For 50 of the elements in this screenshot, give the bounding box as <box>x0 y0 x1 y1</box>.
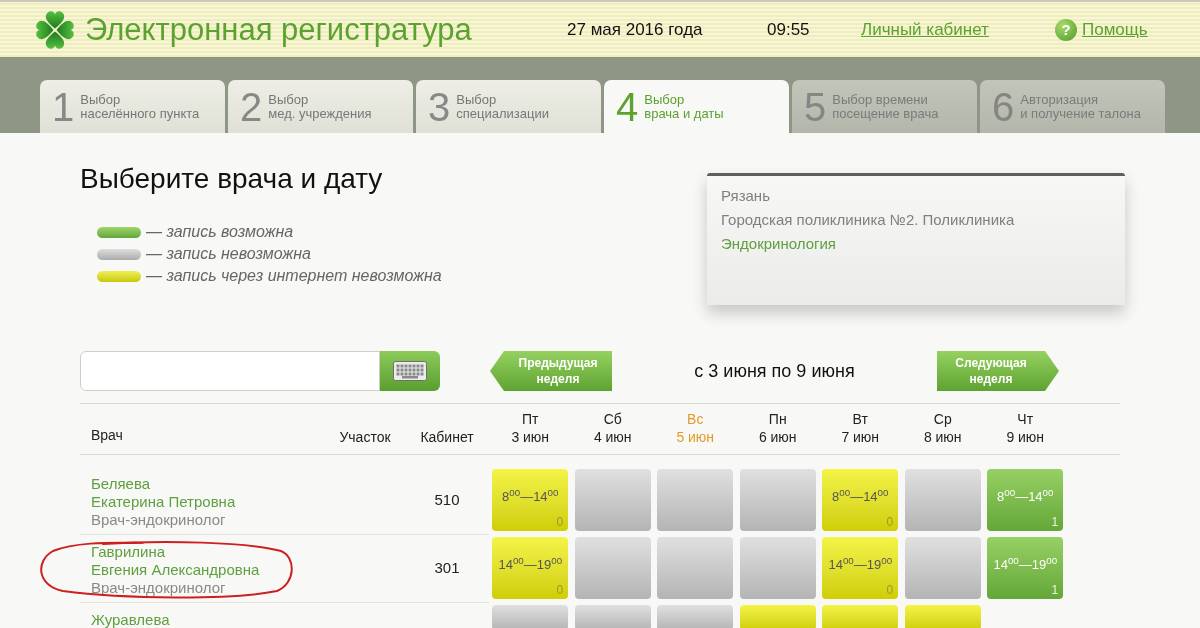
schedule-cell[interactable]: 8$^{00}$—14$^{00}$ 1 <box>987 469 1064 531</box>
slot-hours: 8$^{00}$—14$^{00}$ <box>502 489 559 505</box>
doctor-position: Врач-эндокринолог <box>91 511 226 529</box>
site-title: Электронная регистратура <box>85 14 472 45</box>
slot-hours: 14$^{00}$—19$^{00}$ <box>993 557 1058 573</box>
slot-count: 0 <box>886 583 894 597</box>
slot-count: 0 <box>556 583 564 597</box>
keyboard-icon <box>393 361 427 381</box>
slot-count: 0 <box>556 515 564 529</box>
time-text: 09:55 <box>767 19 810 39</box>
search-field[interactable] <box>80 351 380 391</box>
week-range: с 3 июня по 9 июня <box>694 359 855 383</box>
account-link[interactable]: Личный кабинет <box>861 19 989 39</box>
day-header: Ср 8 июн <box>923 410 962 446</box>
selected-city: Рязань <box>721 186 770 206</box>
slot-count: 1 <box>1051 515 1059 529</box>
slot-hours: 8$^{00}$—14$^{00}$ <box>997 489 1054 505</box>
schedule-cell[interactable]: 14$^{00}$—19$^{00}$ 1 <box>987 537 1064 599</box>
slot-hours: 14$^{00}$—19$^{00}$ <box>828 557 893 573</box>
previous-week-button[interactable]: Предыдущая неделя <box>490 351 612 391</box>
day-header: Пн 6 июн <box>758 410 797 446</box>
slot-hours: 14$^{00}$—19$^{00}$ <box>498 557 563 573</box>
legend-label: — запись невозможна <box>146 244 311 264</box>
day-header: Пт 3 июн <box>511 410 550 446</box>
next-week-button[interactable]: Следующая неделя <box>937 351 1059 391</box>
keyboard-button[interactable] <box>380 351 440 391</box>
doctor-name[interactable]: Беляева Екатерина Петровна <box>91 475 236 511</box>
slot-count: 1 <box>1051 583 1059 597</box>
doctor-name[interactable]: Гаврилина Евгения Александровна <box>91 543 260 579</box>
doctor-position: Врач-эндокринолог <box>91 579 226 597</box>
slot-hours: 8$^{00}$—14$^{00}$ <box>832 489 889 505</box>
date-text: 27 мая 2016 года <box>567 19 703 39</box>
legend-label: — запись возможна <box>146 222 294 242</box>
column-header: Участок <box>339 428 391 446</box>
day-header: Вт 7 июн <box>841 410 880 446</box>
help-icon: ? <box>1055 18 1077 41</box>
help-link[interactable]: Помощь <box>1082 16 1148 43</box>
page-heading: Выберите врача и дату <box>80 162 384 196</box>
day-header: Сб 4 июн <box>593 410 632 446</box>
room-number: 510 <box>434 490 460 511</box>
doctor-name[interactable]: Журавлева <box>91 611 170 628</box>
day-header: Вс 5 июн <box>676 410 715 446</box>
column-header: Кабинет <box>420 428 474 446</box>
column-header: Врач <box>91 427 123 443</box>
selected-clinic: Городская поликлиника №2. Поликлиника <box>721 210 1015 230</box>
day-header: Чт 9 июн <box>1006 410 1045 446</box>
selected-specialty: Эндокринология <box>721 234 836 254</box>
legend-label: — запись через интернет невозможна <box>146 266 442 286</box>
room-number: 301 <box>434 558 460 579</box>
slot-count: 0 <box>886 515 894 529</box>
